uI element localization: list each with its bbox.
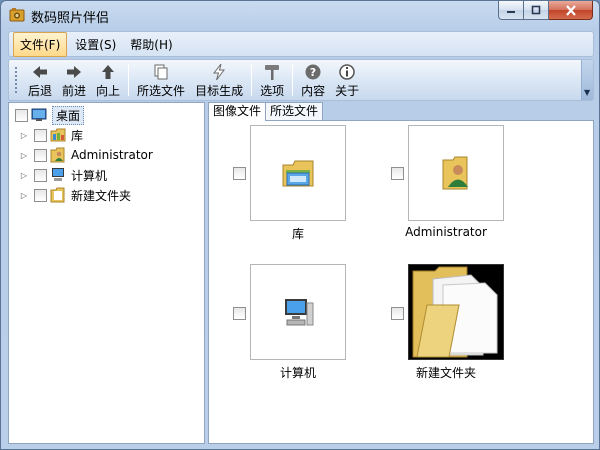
computer-icon: [285, 299, 314, 326]
computer-icon: [52, 168, 64, 181]
library-icon: [50, 128, 66, 142]
thumbnail-frame[interactable]: [408, 264, 504, 360]
menu-settings[interactable]: 设置(S): [69, 33, 122, 56]
expand-arrow-icon[interactable]: ▷: [19, 171, 29, 180]
tree-item-library[interactable]: ▷ 库: [19, 126, 83, 144]
target-generate-label: 目标生成: [195, 84, 244, 98]
selected-files-button[interactable]: 所选文件: [132, 60, 190, 100]
maximize-button[interactable]: [524, 1, 549, 20]
library-icon: [282, 160, 314, 187]
options-label: 选项: [260, 84, 285, 98]
lightning-icon: [213, 63, 226, 81]
tab-image-files[interactable]: 图像文件: [208, 102, 267, 121]
forward-button[interactable]: 前进: [57, 60, 91, 100]
tree-item-computer[interactable]: ▷ 计算机: [19, 166, 107, 184]
tile-checkbox[interactable]: [391, 167, 404, 180]
app-window: 数码照片伴侣 文件(F) 设置(S) 帮助(H) 后退 前进 向上 所选文件 目…: [0, 0, 600, 450]
minimize-button[interactable]: [498, 1, 524, 20]
folder-tree[interactable]: 桌面 ▷ 库 ▷ Administrator ▷ 计算机 ▷ 新建文件夹: [8, 102, 205, 444]
info-icon: [339, 64, 355, 80]
user-folder-icon: [442, 156, 468, 190]
maximize-icon: [531, 5, 541, 15]
tree-item-label: 库: [71, 128, 84, 143]
back-label: 后退: [28, 84, 53, 98]
tile-label: 新建文件夹: [415, 366, 476, 380]
svg-text:?: ?: [310, 66, 316, 79]
overflow-chevron-icon: ▼: [584, 88, 591, 97]
tab-bar: 图像文件 所选文件: [208, 102, 324, 121]
options-button[interactable]: 选项: [255, 60, 289, 100]
about-label: 关于: [335, 84, 360, 98]
folder-icon: [50, 187, 65, 203]
toolbar-grip[interactable]: [14, 66, 18, 94]
content-button[interactable]: ? 内容: [296, 60, 330, 100]
tree-item-label: Administrator: [71, 148, 153, 162]
expand-arrow-icon[interactable]: ▷: [19, 131, 29, 140]
tree-root-desktop[interactable]: 桌面: [15, 105, 85, 125]
expand-arrow-icon[interactable]: ▷: [19, 151, 29, 160]
desktop-icon: [31, 108, 47, 121]
thumbnail-frame[interactable]: [250, 125, 346, 221]
tree-item-label: 桌面: [52, 105, 85, 125]
tile-checkbox[interactable]: [233, 307, 246, 320]
file-panel: 图像文件 所选文件 库 Administrator 计算机 新建文件夹: [208, 102, 594, 444]
toolbar-separator: [251, 64, 253, 96]
menu-file[interactable]: 文件(F): [13, 31, 68, 57]
tree-item-label: 计算机: [71, 168, 108, 183]
tree-item-new-folder[interactable]: ▷ 新建文件夹: [19, 186, 131, 204]
thumbnail-frame[interactable]: [250, 264, 346, 360]
toolbar-separator: [292, 64, 294, 96]
help-icon: ?: [305, 64, 321, 80]
tile-checkbox[interactable]: [391, 307, 404, 320]
selected-files-label: 所选文件: [137, 84, 186, 98]
tree-checkbox[interactable]: [34, 188, 47, 202]
tile-label: 库: [291, 227, 304, 241]
up-label: 向上: [96, 84, 121, 98]
title-bar[interactable]: 数码照片伴侣: [1, 1, 599, 29]
about-button[interactable]: 关于: [330, 60, 364, 100]
window-title: 数码照片伴侣: [31, 11, 110, 26]
up-button[interactable]: 向上: [91, 60, 125, 100]
copy-files-icon: [154, 64, 168, 80]
app-icon: [9, 8, 25, 22]
content-label: 内容: [301, 84, 326, 98]
tree-item-administrator[interactable]: ▷ Administrator: [19, 146, 153, 164]
hammer-icon: [265, 65, 280, 80]
tab-selected-files[interactable]: 所选文件: [265, 102, 324, 120]
toolbar-separator: [128, 64, 130, 96]
toolbar-overflow-button[interactable]: ▼: [581, 60, 593, 100]
tree-checkbox[interactable]: [34, 148, 47, 162]
thumbnail-frame[interactable]: [408, 125, 504, 221]
forward-arrow-icon: [67, 66, 82, 78]
toolbar: 后退 前进 向上 所选文件 目标生成 选项 ? 内容 关于 ▼: [8, 59, 594, 101]
forward-label: 前进: [62, 84, 87, 98]
expand-arrow-icon[interactable]: ▷: [19, 191, 29, 200]
tree-checkbox[interactable]: [34, 128, 47, 142]
tile-label: 计算机: [279, 366, 316, 380]
menu-bar: 文件(F) 设置(S) 帮助(H): [8, 31, 594, 57]
close-button[interactable]: [549, 1, 593, 20]
target-generate-button[interactable]: 目标生成: [190, 60, 248, 100]
folder-icon: [412, 266, 498, 358]
close-icon: [565, 4, 576, 16]
tree-checkbox[interactable]: [15, 108, 28, 122]
thumbnail-grid[interactable]: 库 Administrator 计算机 新建文件夹: [208, 120, 594, 444]
tile-label: Administrator: [405, 225, 487, 239]
back-arrow-icon: [33, 66, 47, 78]
user-folder-icon: [50, 147, 65, 163]
back-button[interactable]: 后退: [23, 60, 57, 100]
up-arrow-icon: [102, 65, 115, 79]
tree-item-label: 新建文件夹: [71, 188, 132, 203]
tile-checkbox[interactable]: [233, 167, 246, 180]
minimize-icon: [507, 11, 515, 13]
tree-checkbox[interactable]: [34, 168, 47, 182]
menu-help[interactable]: 帮助(H): [124, 33, 178, 56]
